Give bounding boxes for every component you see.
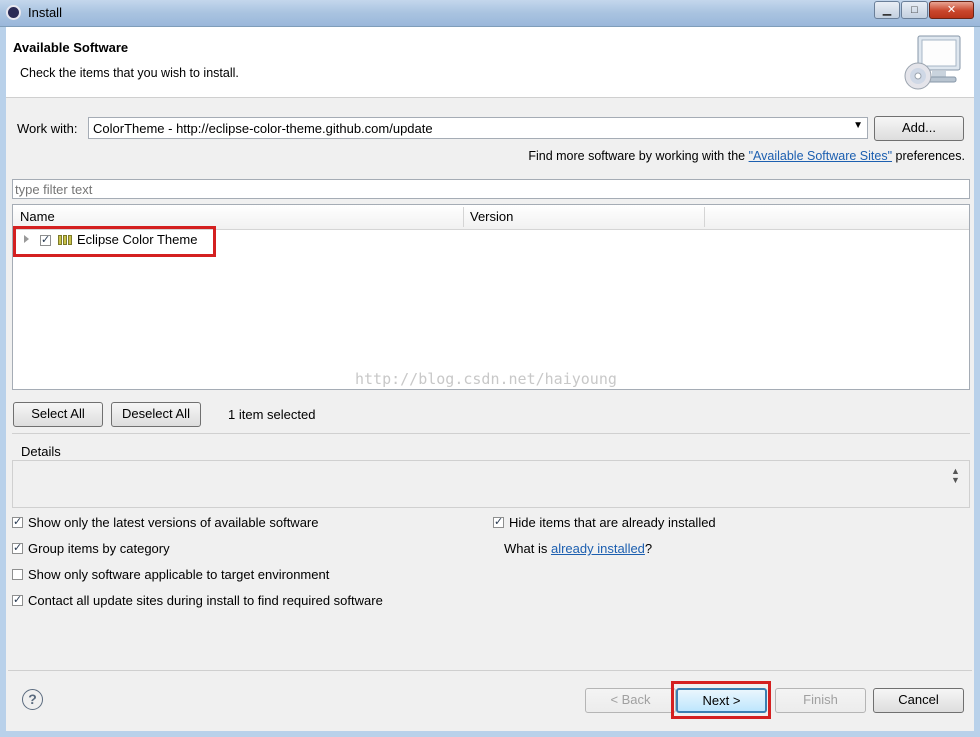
window-frame-right — [974, 26, 980, 737]
divider — [12, 433, 970, 434]
details-area[interactable] — [12, 460, 970, 508]
select-all-button[interactable]: Select All — [13, 402, 103, 427]
option-label: Contact all update sites during install … — [28, 593, 383, 608]
checkbox[interactable]: ✓ — [12, 543, 23, 554]
chevron-down-icon[interactable]: ▼ — [853, 120, 863, 131]
window-title: Install — [28, 5, 62, 20]
filter-field[interactable] — [12, 179, 970, 199]
maximize-button[interactable]: □ — [901, 1, 928, 19]
finish-button[interactable]: Finish — [775, 688, 866, 713]
back-button[interactable]: < Back — [585, 688, 676, 713]
column-header-name[interactable]: Name — [20, 209, 55, 224]
watermark: http://blog.csdn.net/haiyoung — [355, 370, 617, 388]
find-more-text: Find more software by working with the "… — [528, 149, 965, 163]
window-frame-bottom — [0, 731, 980, 737]
what-is-installed-text: What is already installed? — [504, 541, 652, 556]
already-installed-link[interactable]: already installed — [551, 541, 645, 556]
find-more-suffix: preferences. — [892, 149, 966, 163]
column-header-version[interactable]: Version — [470, 209, 513, 224]
title-bar[interactable]: Install ▁ □ ✕ — [0, 0, 980, 27]
option-label: Show only software applicable to target … — [28, 567, 330, 582]
details-scroll-arrows-icon[interactable]: ▲ ▼ — [951, 467, 960, 485]
what-is-suffix: ? — [644, 541, 653, 556]
divider — [8, 670, 972, 671]
deselect-all-button[interactable]: Deselect All — [111, 402, 201, 427]
option-label: Group items by category — [28, 541, 170, 556]
work-with-combo[interactable]: ColorTheme - http://eclipse-color-theme.… — [88, 117, 868, 139]
details-label: Details — [21, 444, 61, 459]
eclipse-icon — [6, 5, 21, 20]
monitor-cd-icon — [904, 35, 961, 90]
highlight-annotation — [13, 226, 216, 257]
add-site-button[interactable]: Add... — [874, 116, 964, 141]
work-with-label: Work with: — [17, 121, 78, 136]
available-software-sites-link[interactable]: "Available Software Sites" — [749, 149, 892, 163]
find-more-prefix: Find more software by working with the — [528, 149, 749, 163]
close-button[interactable]: ✕ — [929, 1, 974, 19]
option-label: Show only the latest versions of availab… — [28, 515, 319, 530]
checkbox[interactable] — [12, 569, 23, 580]
column-divider[interactable] — [704, 207, 705, 227]
window-frame-left — [0, 26, 6, 737]
option-label: Hide items that are already installed — [509, 515, 716, 530]
filter-input[interactable] — [15, 181, 955, 197]
minimize-button[interactable]: ▁ — [874, 1, 900, 19]
header-banner — [6, 27, 974, 98]
what-is-prefix: What is — [504, 541, 551, 556]
page-subtitle: Check the items that you wish to install… — [20, 66, 239, 80]
page-title: Available Software — [13, 40, 129, 55]
checkbox[interactable]: ✓ — [493, 517, 504, 528]
highlight-annotation — [671, 681, 771, 719]
column-divider[interactable] — [463, 207, 464, 227]
checkbox[interactable]: ✓ — [12, 595, 23, 606]
help-icon[interactable]: ? — [22, 689, 43, 710]
work-with-value: ColorTheme - http://eclipse-color-theme.… — [93, 121, 433, 136]
checkbox[interactable]: ✓ — [12, 517, 23, 528]
cancel-button[interactable]: Cancel — [873, 688, 964, 713]
selection-count: 1 item selected — [228, 407, 316, 422]
